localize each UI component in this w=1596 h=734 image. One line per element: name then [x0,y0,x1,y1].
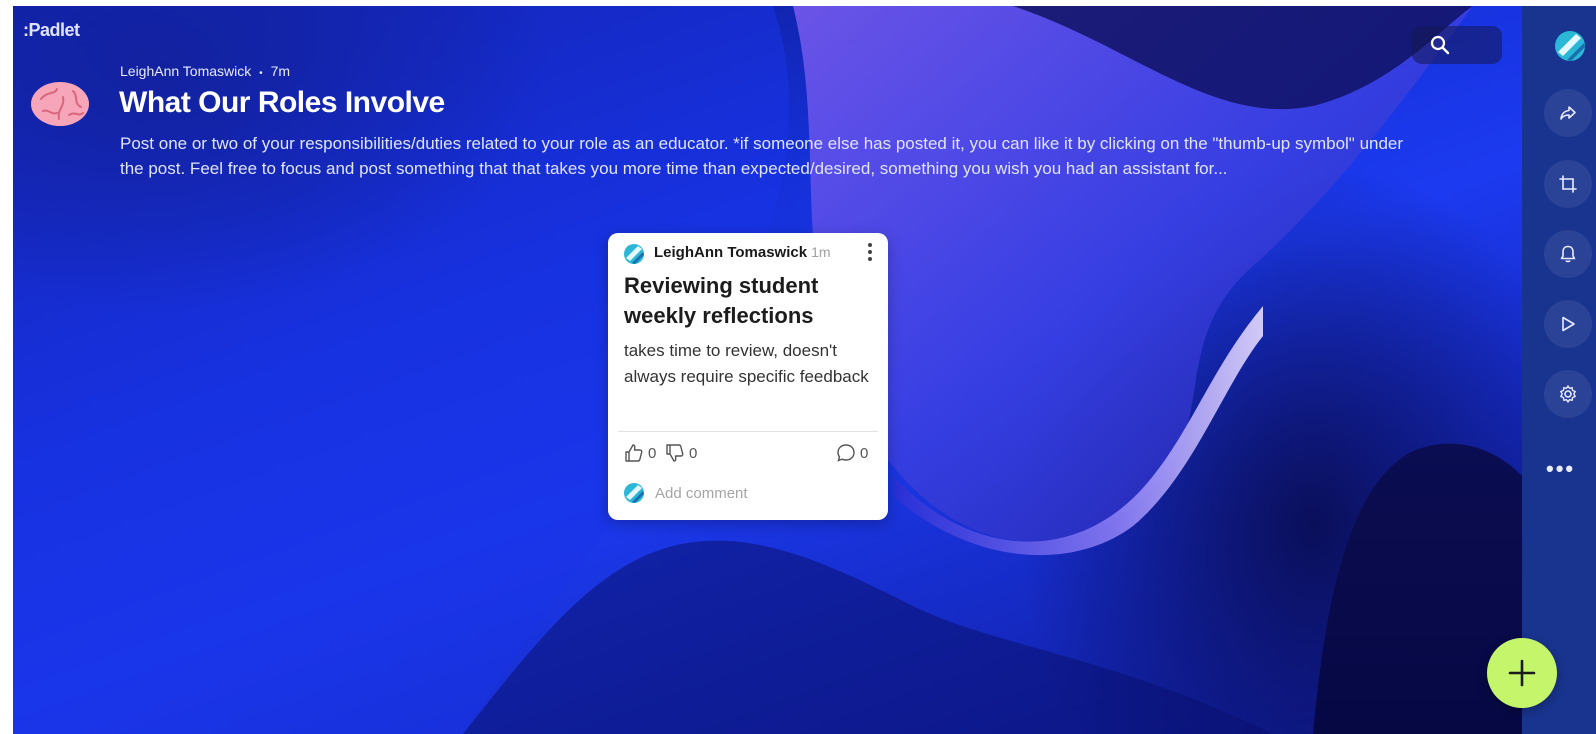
add-post-button[interactable] [1487,638,1557,708]
plus-icon [1508,659,1536,687]
post-title: Reviewing student weekly reflections [624,273,819,328]
gear-icon [1560,385,1576,403]
share-icon [1560,106,1576,120]
post-time: 1m [811,244,831,260]
post-card[interactable]: LeighAnn Tomaswick 1m Reviewing student w… [608,233,888,520]
comment-icon [837,444,855,462]
like-button[interactable]: 0 [624,443,656,463]
board-meta: LeighAnn Tomaswick • 7m [120,63,290,79]
board-description: Post one or two of your responsibilities… [120,134,1404,178]
slideshow-play-icon [1562,316,1575,332]
board-title: What Our Roles Involve [119,86,445,119]
avatar [624,483,644,503]
search-button[interactable] [1412,26,1502,64]
bell-icon [1560,245,1576,263]
comment-count: 0 [860,444,869,462]
avatar [624,244,644,264]
like-count: 0 [648,444,657,462]
dislike-count: 0 [689,444,698,462]
meta-separator: • [259,68,263,79]
post-author-name[interactable]: LeighAnn Tomaswick [654,244,807,261]
search-icon [1430,35,1450,55]
right-sidebar: ••• [1522,6,1596,734]
add-comment-field[interactable]: Add comment [623,482,748,504]
more-icon[interactable]: ••• [1546,456,1575,482]
add-comment-placeholder: Add comment [655,484,748,502]
share-button[interactable] [1544,89,1592,137]
brain-icon [31,82,89,126]
board-author[interactable]: LeighAnn Tomaswick [120,63,251,79]
notifications-button[interactable] [1544,230,1592,278]
post-author: LeighAnn Tomaswick 1m [654,244,831,261]
divider [618,431,878,432]
comments-button[interactable]: 0 [836,443,868,463]
padlet-logo[interactable]: :Padlet [23,20,80,41]
settings-button[interactable] [1544,370,1592,418]
dislike-button[interactable]: 0 [665,443,697,463]
remake-icon [1559,175,1577,193]
slideshow-button[interactable] [1544,300,1592,348]
thumbs-down-icon [666,444,684,462]
thumbs-up-icon [625,444,643,462]
more-options-icon[interactable] [863,242,877,262]
remake-button[interactable] [1544,160,1592,208]
post-body: takes time to review, doesn't always req… [624,341,869,386]
avatar[interactable] [1554,30,1586,62]
board-time: 7m [270,63,291,79]
